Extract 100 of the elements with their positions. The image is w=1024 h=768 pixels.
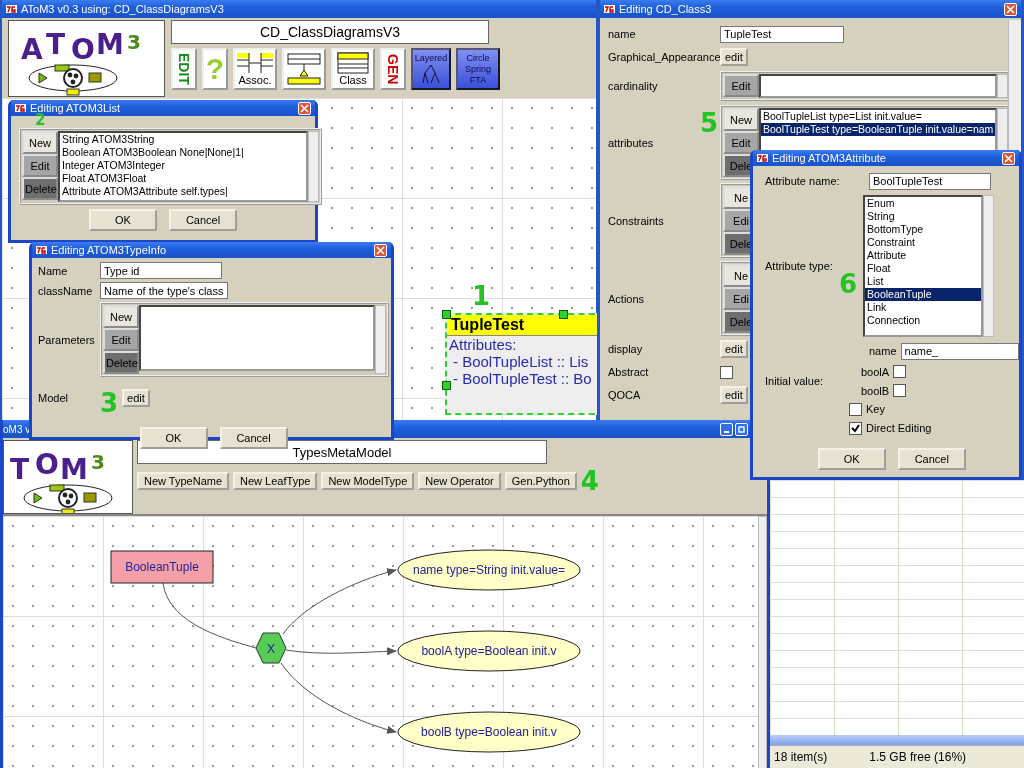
edit-button[interactable]: edit xyxy=(720,340,748,358)
list-box[interactable]: String ATOM3String Boolean ATOM3Boolean None|None|1| Integer ATOM3Integer Float ATOM3Float Attribute ATOM3Attribute self.types| xyxy=(58,131,308,202)
close-button[interactable] xyxy=(298,101,311,115)
status-text: 18 item(s) xyxy=(774,750,828,764)
list-item[interactable]: Boolean ATOM3Boolean None|None|1| xyxy=(60,146,306,159)
checkbox-label: boolB xyxy=(861,384,890,397)
entity-node[interactable]: BooleanTuple xyxy=(110,550,214,584)
scrollbar[interactable] xyxy=(997,74,1008,98)
dialog-button[interactable]: OK xyxy=(89,209,157,231)
diagram-canvas[interactable]: name type=String init.value= boolA type=Boolean init.v boolB type=Boolean init.v BooleanTuple X xyxy=(3,516,758,768)
checkbox[interactable] xyxy=(849,402,862,416)
checkbox[interactable] xyxy=(849,421,862,435)
association-tool-button[interactable]: Assoc. xyxy=(233,48,277,90)
close-icon xyxy=(1004,153,1013,163)
list-item[interactable]: Integer ATOM3Integer xyxy=(60,159,306,172)
close-button[interactable] xyxy=(374,243,387,257)
list-button[interactable]: New xyxy=(723,108,759,131)
edit-button[interactable]: edit xyxy=(720,48,748,66)
list-item[interactable]: Link xyxy=(865,301,982,315)
list-item[interactable]: Connection xyxy=(865,314,982,328)
attribute-node[interactable]: boolB type=Boolean init.v xyxy=(397,711,581,753)
list-item[interactable]: Float ATOM3Float xyxy=(60,172,306,185)
list-item[interactable]: Float xyxy=(865,262,982,276)
list-button[interactable]: New xyxy=(103,305,139,328)
checkbox[interactable] xyxy=(893,384,907,398)
name-field[interactable]: name_ xyxy=(900,342,1019,360)
dialog-button[interactable]: Cancel xyxy=(897,448,966,471)
inheritance-tool-button[interactable] xyxy=(282,48,326,90)
list-item[interactable]: Attribute xyxy=(865,249,982,263)
checkbox-label: boolA xyxy=(861,365,890,378)
name-field[interactable]: Type id xyxy=(100,262,222,279)
scrollbar[interactable] xyxy=(308,131,319,202)
edit-mode-button[interactable]: EDIT xyxy=(171,48,197,90)
toolbar-button[interactable]: New LeafType xyxy=(233,472,318,490)
list-button[interactable]: New xyxy=(22,131,58,154)
list-item[interactable]: BooleanTuple xyxy=(865,288,982,302)
model-name-field[interactable]: CD_ClassDiagramsV3 xyxy=(171,20,489,44)
dialog-button[interactable]: OK xyxy=(817,448,886,471)
field-label: Parameters xyxy=(38,333,96,346)
app-icon xyxy=(604,4,615,14)
toolbar-button[interactable]: New Operator xyxy=(418,472,501,490)
window-title: Editing CD_Class3 xyxy=(619,3,712,15)
name-field[interactable]: TupleTest xyxy=(720,25,844,43)
scrollbar[interactable] xyxy=(770,735,1024,745)
list-button[interactable]: Edit xyxy=(723,74,759,97)
dialog-button[interactable]: Cancel xyxy=(219,427,288,449)
selection-handle[interactable] xyxy=(442,381,451,390)
inheritance-icon xyxy=(287,52,321,86)
list-item[interactable]: BoolTupleList type=List init.value= xyxy=(761,110,995,123)
selection-handle[interactable] xyxy=(442,310,451,319)
layered-layout-button[interactable]: Layered xyxy=(411,48,451,90)
edit-button[interactable]: edit xyxy=(720,386,748,404)
field-label: cardinality xyxy=(608,80,659,92)
list-item[interactable]: Enum xyxy=(865,197,982,211)
operator-node[interactable]: X xyxy=(255,632,287,664)
checkbox[interactable] xyxy=(893,365,907,379)
edit-button[interactable]: edit xyxy=(122,389,150,407)
attribute-node[interactable]: boolA type=Boolean init.v xyxy=(397,630,581,672)
toolbar-button[interactable]: Gen.Python xyxy=(504,472,577,490)
checkbox[interactable] xyxy=(720,365,733,379)
field-label: Attribute type: xyxy=(765,260,834,273)
maximize-button[interactable] xyxy=(735,422,748,436)
list-item[interactable]: Constraint xyxy=(865,236,982,250)
close-button[interactable] xyxy=(1002,151,1015,165)
scrollbar[interactable] xyxy=(983,195,995,338)
app-icon xyxy=(757,153,768,163)
list-button[interactable]: Edit xyxy=(723,131,759,154)
list-item[interactable]: BoolTupleTest type=BooleanTuple init.value=nam xyxy=(761,123,995,136)
field-label: name xyxy=(869,345,897,358)
scrollbar[interactable] xyxy=(375,305,386,374)
maximize-icon xyxy=(738,425,745,433)
checkbox-label: Direct Editing xyxy=(866,422,932,435)
close-button[interactable] xyxy=(1004,2,1017,16)
toolbar-button[interactable]: New TypeName xyxy=(137,472,230,490)
list-box[interactable] xyxy=(759,74,997,98)
minimize-button[interactable] xyxy=(720,422,733,436)
list-button[interactable]: Delete xyxy=(22,177,58,200)
dialog-button[interactable]: Cancel xyxy=(169,209,237,231)
list-button[interactable]: Edit xyxy=(103,328,139,351)
attribute-node[interactable]: name type=String init.value= xyxy=(397,549,581,591)
list-item[interactable]: String xyxy=(865,210,982,224)
selection-handle[interactable] xyxy=(559,310,568,319)
list-item[interactable]: List xyxy=(865,275,982,289)
list-button[interactable]: Delete xyxy=(103,351,139,374)
step-number: 4 xyxy=(580,468,599,494)
class-tool-button[interactable]: Class xyxy=(331,48,375,90)
dialog-button[interactable]: OK xyxy=(139,427,208,449)
attribute-name-field[interactable]: BoolTupleTest xyxy=(869,172,991,190)
spring-layout-button[interactable]: Circle Spring FTA xyxy=(456,48,500,90)
generate-button[interactable]: GEN xyxy=(380,48,406,90)
class-name-field[interactable]: Name of the type's class xyxy=(100,282,228,299)
list-button[interactable]: Edit xyxy=(22,154,58,177)
list-item[interactable]: Attribute ATOM3Attribute self.types| xyxy=(60,185,306,198)
toolbar-button[interactable]: New ModelType xyxy=(321,472,415,490)
list-item[interactable]: BottomType xyxy=(865,223,982,237)
list-box[interactable] xyxy=(139,305,375,371)
list-box[interactable]: Enum String BottomType Constraint Attribute Float List BooleanTuple Link Connection xyxy=(863,195,984,338)
list-item[interactable]: String ATOM3String xyxy=(60,133,306,146)
field-label: QOCA xyxy=(608,389,642,401)
scrollbar[interactable] xyxy=(758,516,767,768)
